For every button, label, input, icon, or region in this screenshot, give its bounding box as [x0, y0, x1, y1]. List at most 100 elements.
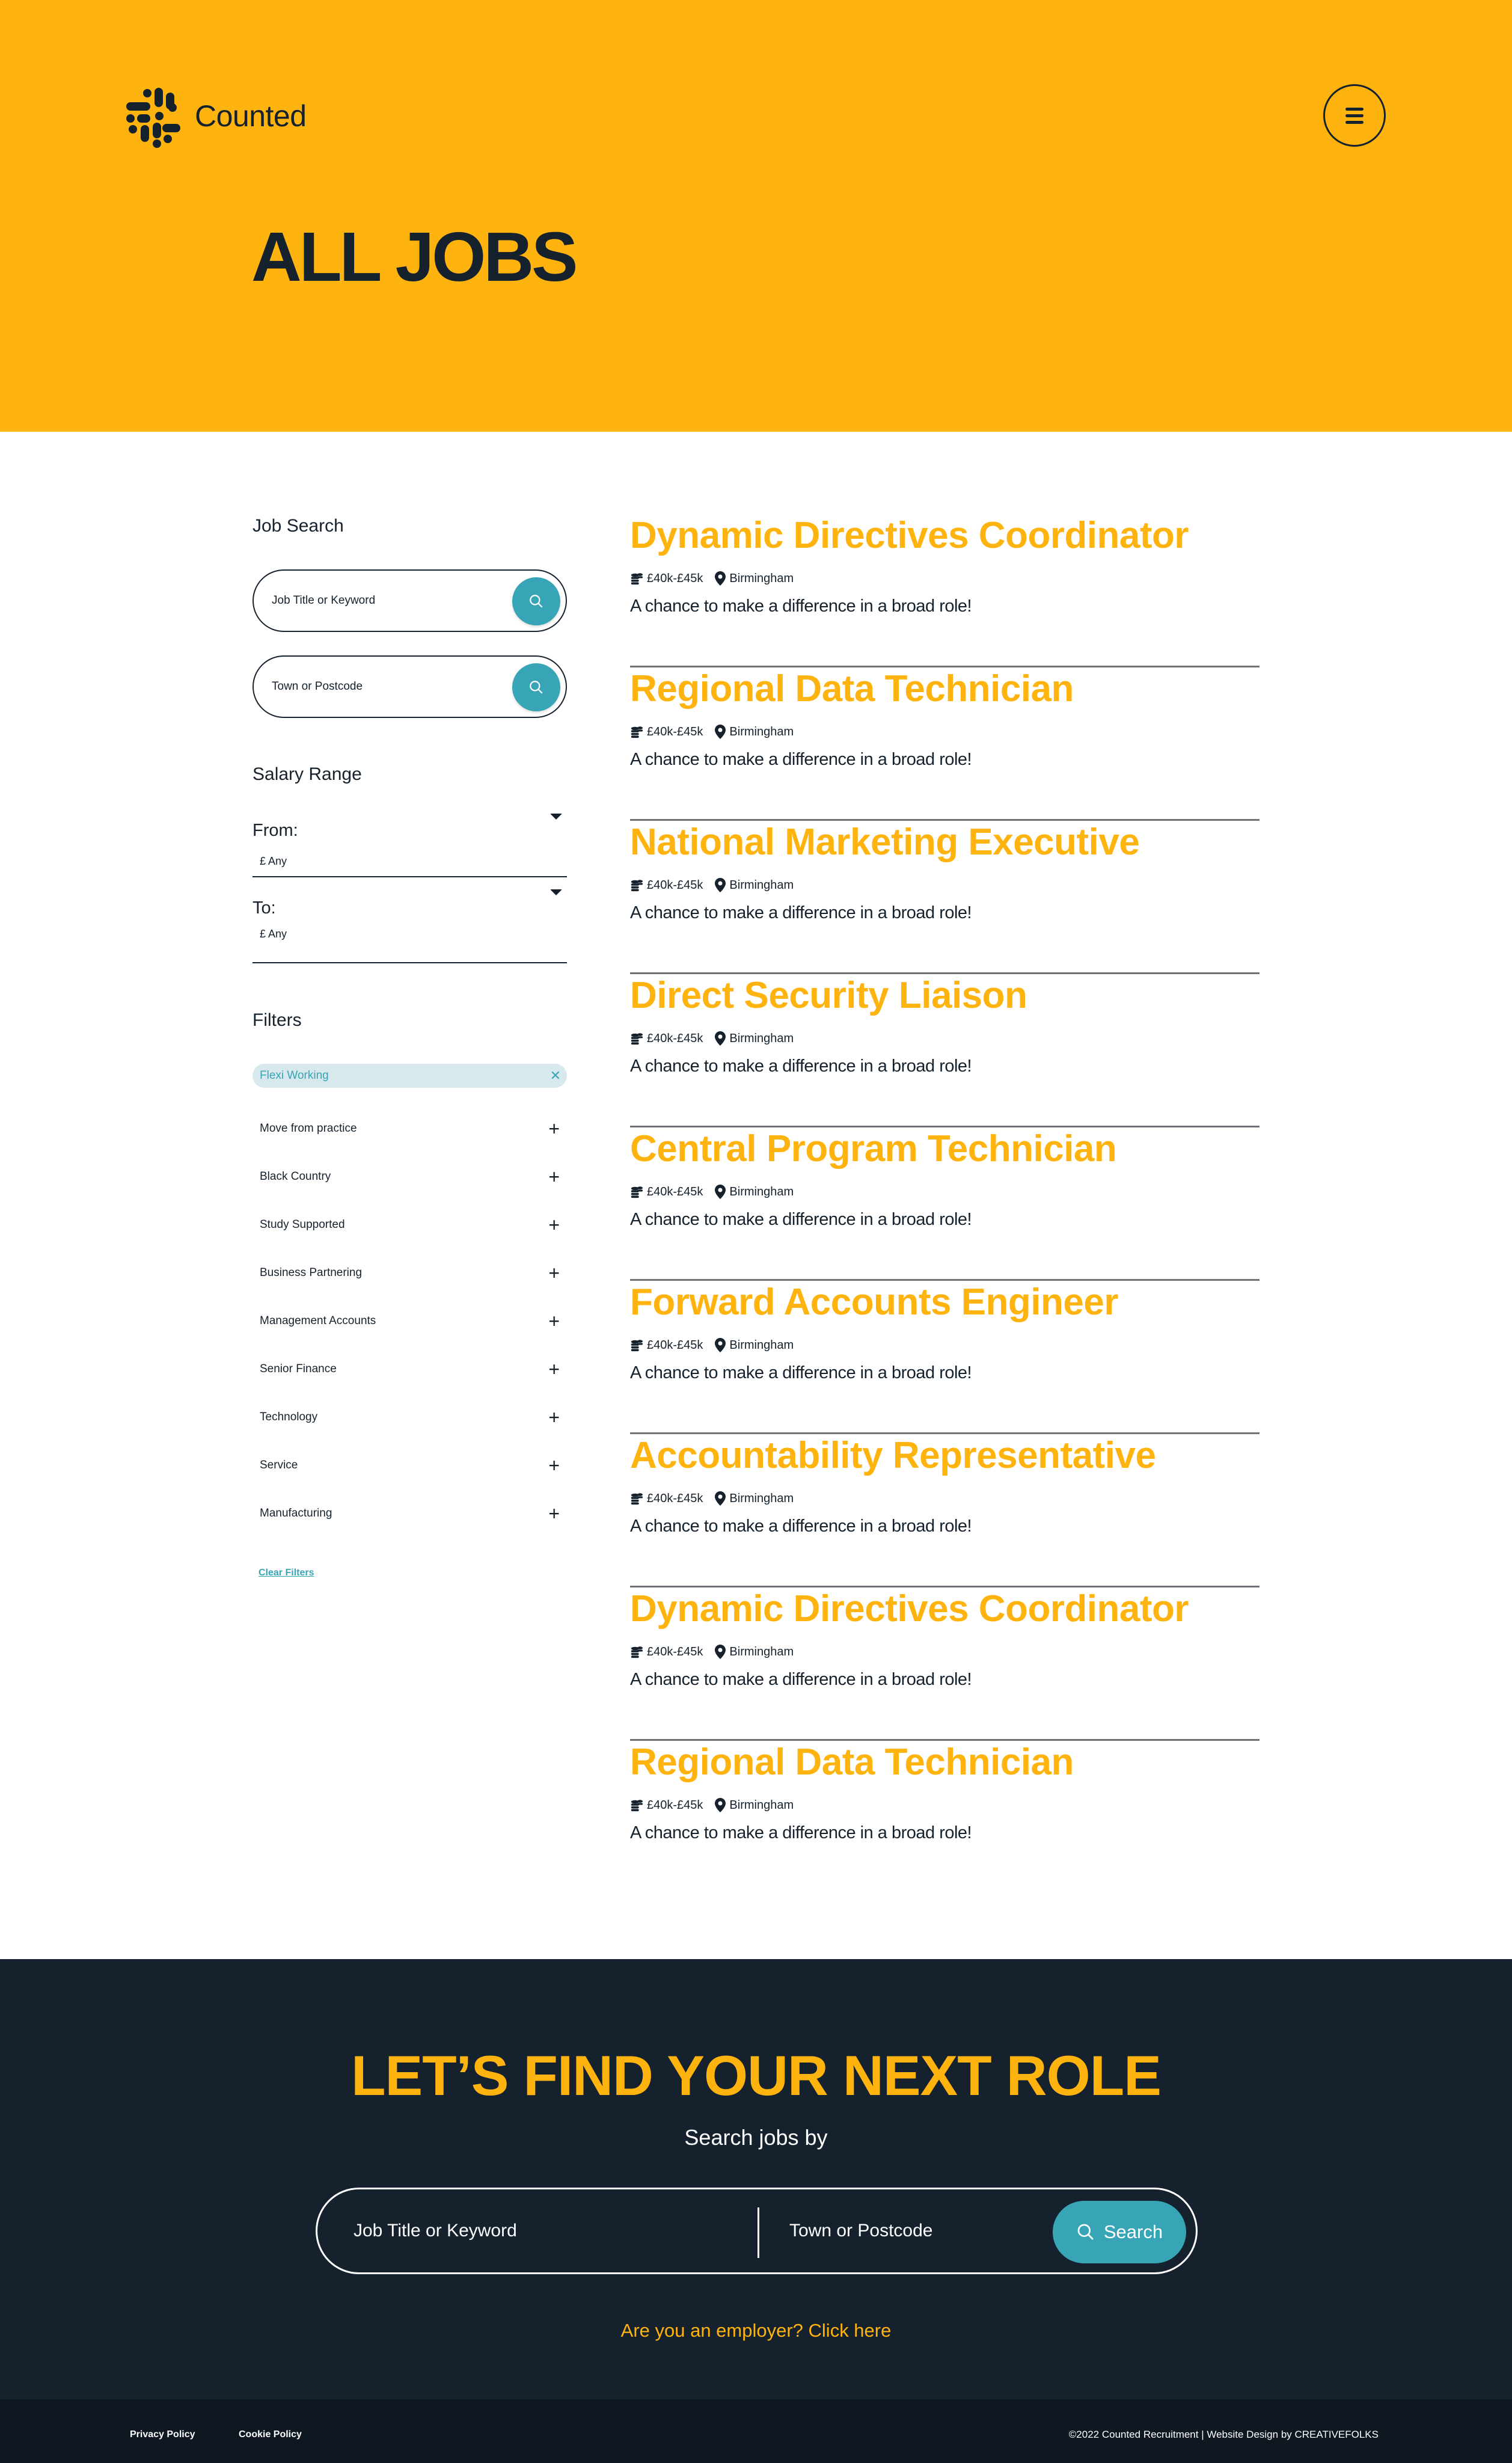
clear-filters-link[interactable]: Clear Filters — [253, 1568, 567, 1578]
cookie-policy-link[interactable]: Cookie Policy — [239, 2429, 302, 2440]
job-listing[interactable]: Forward Accounts Engineer £40k-£45k Birm… — [630, 1281, 1259, 1434]
job-title[interactable]: Dynamic Directives Coordinator — [630, 1587, 1189, 1630]
job-salary: £40k-£45k — [647, 1338, 703, 1352]
filter-item[interactable]: Business Partnering + — [253, 1249, 567, 1297]
job-meta: £40k-£45k Birmingham — [630, 1031, 794, 1046]
job-meta: £40k-£45k Birmingham — [630, 878, 794, 892]
keyword-placeholder: Job Title or Keyword — [272, 594, 376, 607]
filter-item[interactable]: Service + — [253, 1441, 567, 1489]
job-listing[interactable]: National Marketing Executive £40k-£45k B… — [630, 821, 1259, 974]
filters-heading: Filters — [253, 1010, 302, 1030]
hamburger-menu-icon — [1345, 107, 1364, 111]
footer: Privacy Policy Cookie Policy ©2022 Count… — [0, 2399, 1512, 2463]
location-pin-icon — [715, 571, 726, 586]
job-listing[interactable]: Dynamic Directives Coordinator £40k-£45k… — [630, 514, 1259, 667]
plus-icon: + — [548, 1502, 560, 1524]
location-pin-icon — [715, 1491, 726, 1506]
job-salary: £40k-£45k — [647, 878, 703, 892]
job-title[interactable]: Direct Security Liaison — [630, 974, 1027, 1017]
salary-to-select[interactable]: To: £ Any — [253, 877, 567, 963]
job-meta: £40k-£45k Birmingham — [630, 1645, 794, 1659]
job-location: Birmingham — [729, 878, 794, 892]
location-pin-icon — [715, 1645, 726, 1659]
job-description: A chance to make a difference in a broad… — [630, 1517, 972, 1536]
active-filter-chip[interactable]: Flexi Working ✕ — [253, 1064, 567, 1088]
job-listing[interactable]: Regional Data Technician £40k-£45k Birmi… — [630, 667, 1259, 821]
job-meta: £40k-£45k Birmingham — [630, 1798, 794, 1812]
cta-keyword-input[interactable]: Job Title or Keyword — [354, 2189, 744, 2272]
job-description: A chance to make a difference in a broad… — [630, 1670, 972, 1689]
job-meta: £40k-£45k Birmingham — [630, 1491, 794, 1506]
coins-icon — [631, 573, 643, 585]
counted-logo-icon — [126, 88, 180, 148]
coins-icon — [631, 726, 643, 738]
job-salary: £40k-£45k — [647, 1798, 703, 1812]
job-listing[interactable]: Regional Data Technician £40k-£45k Birmi… — [630, 1741, 1259, 1894]
job-listing[interactable]: Direct Security Liaison £40k-£45k Birmin… — [630, 974, 1259, 1127]
plus-icon: + — [548, 1262, 560, 1284]
cta-search-button[interactable]: Search — [1053, 2201, 1186, 2263]
job-salary: £40k-£45k — [647, 1491, 703, 1505]
location-pin-icon — [715, 1031, 726, 1046]
job-meta: £40k-£45k Birmingham — [630, 1338, 794, 1352]
filter-item[interactable]: Technology + — [253, 1393, 567, 1441]
job-description: A chance to make a difference in a broad… — [630, 1057, 972, 1076]
sidebar: Job Search Job Title or Keyword Town or … — [253, 511, 567, 1578]
job-location: Birmingham — [729, 1338, 794, 1352]
filter-list: Move from practice + Black Country + Study… — [253, 1105, 567, 1538]
job-meta: £40k-£45k Birmingham — [630, 571, 794, 586]
job-listing[interactable]: Accountability Representative £40k-£45k … — [630, 1434, 1259, 1587]
job-title[interactable]: National Marketing Executive — [630, 821, 1140, 863]
plus-icon: + — [548, 1117, 560, 1139]
job-listing[interactable]: Dynamic Directives Coordinator £40k-£45k… — [630, 1587, 1259, 1741]
job-title[interactable]: Regional Data Technician — [630, 1741, 1074, 1784]
location-pin-icon — [715, 1798, 726, 1812]
logo[interactable]: Counted — [126, 88, 307, 148]
job-meta: £40k-£45k Birmingham — [630, 725, 794, 739]
job-description: A chance to make a difference in a broad… — [630, 903, 972, 922]
location-search-button[interactable] — [512, 663, 560, 711]
location-pin-icon — [715, 878, 726, 892]
privacy-policy-link[interactable]: Privacy Policy — [130, 2429, 195, 2440]
plus-icon: + — [548, 1358, 560, 1380]
keyword-input[interactable]: Job Title or Keyword — [253, 569, 567, 632]
job-search-heading: Job Search — [253, 516, 344, 536]
location-input[interactable]: Town or Postcode — [253, 655, 567, 718]
job-title[interactable]: Dynamic Directives Coordinator — [630, 514, 1189, 557]
job-title[interactable]: Accountability Representative — [630, 1434, 1156, 1477]
search-icon — [530, 595, 543, 608]
job-description: A chance to make a difference in a broad… — [630, 1823, 972, 1842]
job-salary: £40k-£45k — [647, 1185, 703, 1198]
salary-from-value: £ Any — [260, 855, 287, 867]
job-title[interactable]: Central Program Technician — [630, 1127, 1117, 1170]
job-title[interactable]: Forward Accounts Engineer — [630, 1281, 1119, 1324]
job-description: A chance to make a difference in a broad… — [630, 597, 972, 616]
job-listing[interactable]: Central Program Technician £40k-£45k Bir… — [630, 1127, 1259, 1281]
cta-location-input[interactable]: Town or Postcode — [789, 2189, 1030, 2272]
filter-item[interactable]: Black Country + — [253, 1153, 567, 1201]
coins-icon — [631, 1340, 643, 1352]
active-filter-label: Flexi Working — [260, 1069, 329, 1082]
menu-button[interactable] — [1323, 84, 1386, 147]
filter-item[interactable]: Management Accounts + — [253, 1297, 567, 1345]
find-role-section: LET’S FIND YOUR NEXT ROLE Search jobs by… — [0, 1959, 1512, 2399]
keyword-search-button[interactable] — [512, 577, 560, 625]
salary-from-select[interactable]: From: £ Any — [253, 810, 567, 877]
filter-item[interactable]: Senior Finance + — [253, 1345, 567, 1393]
job-location: Birmingham — [729, 1645, 794, 1658]
job-location: Birmingham — [729, 1798, 794, 1812]
job-title[interactable]: Regional Data Technician — [630, 667, 1074, 710]
coins-icon — [631, 1186, 643, 1198]
location-pin-icon — [715, 725, 726, 739]
filter-item[interactable]: Move from practice + — [253, 1105, 567, 1153]
close-icon[interactable]: ✕ — [550, 1068, 561, 1084]
job-description: A chance to make a difference in a broad… — [630, 1210, 972, 1229]
filter-item[interactable]: Manufacturing + — [253, 1489, 567, 1538]
job-location: Birmingham — [729, 1031, 794, 1045]
location-pin-icon — [715, 1338, 726, 1352]
plus-icon: + — [548, 1406, 560, 1428]
filter-item[interactable]: Study Supported + — [253, 1201, 567, 1249]
job-description: A chance to make a difference in a broad… — [630, 1363, 972, 1382]
coins-icon — [631, 1493, 643, 1505]
employer-link[interactable]: Are you an employer? Click here — [0, 2320, 1512, 2342]
